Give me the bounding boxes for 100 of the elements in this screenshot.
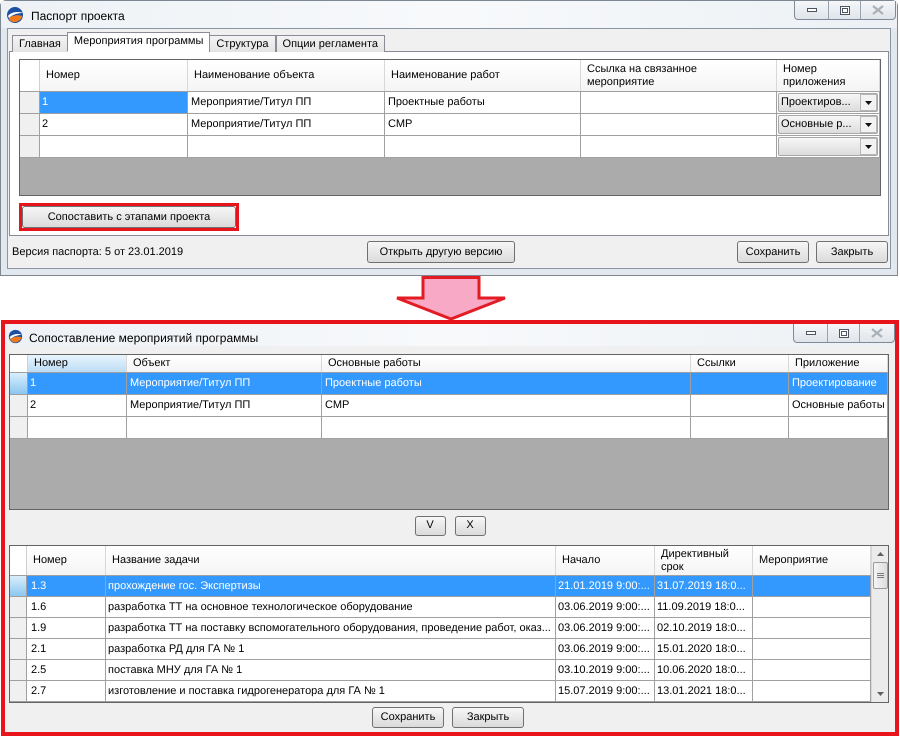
vertical-scrollbar[interactable]: [871, 546, 888, 702]
caret-icon: [860, 138, 877, 155]
column-header[interactable]: Объект: [127, 355, 322, 372]
save-button[interactable]: Сохранить: [737, 241, 809, 263]
close-button[interactable]: Закрыть: [452, 707, 524, 728]
table-cell: разработка РД для ГА № 1: [106, 639, 556, 659]
table-cell: 2: [28, 395, 127, 416]
table-cell: 15.01.2020 18:0...: [655, 639, 753, 659]
scroll-up-icon: [876, 552, 884, 556]
table-cell: 2.5: [27, 660, 106, 680]
column-header[interactable]: Директивный срок: [655, 546, 753, 575]
dropdown[interactable]: [778, 137, 878, 156]
table-cell: 2: [40, 114, 188, 135]
save-button[interactable]: Сохранить: [372, 707, 444, 728]
column-header[interactable]: Мероприятие: [753, 546, 871, 575]
row-header[interactable]: [20, 92, 40, 113]
row-header[interactable]: [10, 618, 27, 638]
tab[interactable]: Мероприятия программы: [66, 32, 210, 52]
column-header[interactable]: Номер: [40, 60, 188, 91]
caret-icon: [860, 116, 877, 133]
version-label: Версия паспорта: 5 от 23.01.2019: [12, 244, 184, 260]
table-cell: 13.01.2021 18:0...: [655, 681, 753, 701]
table-cell: 10.06.2020 18:0...: [655, 660, 753, 680]
app-icon: [8, 329, 23, 344]
table-cell: 02.10.2019 18:0...: [655, 618, 753, 638]
table-row[interactable]: [20, 136, 880, 158]
table-row[interactable]: 2 Мероприятие/Титул ПП СМР Основные работы: [10, 395, 888, 417]
table-row[interactable]: 2.5 поставка МНУ для ГА № 1 03.10.2019 9:00:... 10.06.2020 18:0...: [10, 660, 871, 681]
table-row[interactable]: 1.9 разработка ТТ на поставку вспомогательного оборудования, проведение работ, оказ... 03.06.2019 9:00:... 02.10.2019 18:0...: [10, 618, 871, 639]
row-header[interactable]: [10, 576, 27, 596]
caret-icon: [860, 94, 877, 111]
minimize-icon: [806, 331, 816, 335]
table-cell: 1.3: [27, 576, 106, 596]
row-header[interactable]: [10, 660, 27, 680]
grip-icon: [876, 573, 884, 578]
window-title: Сопоставление мероприятий программы: [29, 330, 258, 347]
remove-button[interactable]: X: [454, 516, 486, 536]
open-version-button[interactable]: Открыть другую версию: [367, 241, 515, 263]
table-cell: Проектирование: [789, 373, 888, 394]
maximize-icon: [840, 6, 850, 14]
table-row[interactable]: 1.6 разработка ТТ на основное технологическое оборудование 03.06.2019 9:00:... 11.09.2019 18:0...: [10, 597, 871, 618]
table-row[interactable]: 2 Мероприятие/Титул ПП СМР Основные р...: [20, 114, 880, 136]
table-cell: 1.9: [27, 618, 106, 638]
table-cell: Мероприятие/Титул ПП: [188, 92, 385, 113]
table-cell: 03.06.2019 9:00:...: [556, 597, 655, 617]
column-header[interactable]: Наименование объекта: [188, 60, 385, 91]
table-cell: поставка МНУ для ГА № 1: [106, 660, 556, 680]
dropdown[interactable]: Основные р...: [778, 115, 878, 134]
row-header[interactable]: [10, 373, 28, 394]
table-cell: 03.06.2019 9:00:...: [556, 639, 655, 659]
table-row[interactable]: [10, 417, 888, 439]
column-header[interactable]: Номер приложения: [777, 60, 880, 91]
column-header[interactable]: Основные работы: [322, 355, 691, 372]
table-cell: Проектные работы: [385, 92, 581, 113]
row-header[interactable]: [10, 639, 27, 659]
table-row[interactable]: 1 Мероприятие/Титул ПП Проектные работы Проектиров...: [20, 92, 880, 114]
column-header[interactable]: Номер: [28, 355, 127, 372]
table-cell: 15.07.2019 9:00:...: [556, 681, 655, 701]
row-header[interactable]: [10, 417, 28, 438]
table-cell: 03.10.2019 9:00:...: [556, 660, 655, 680]
confirm-button[interactable]: V: [414, 516, 446, 536]
tab[interactable]: Структура: [209, 35, 276, 52]
table-cell: Мероприятие/Титул ПП: [188, 114, 385, 135]
scroll-down-icon: [876, 692, 884, 696]
column-header[interactable]: Приложение: [789, 355, 888, 372]
close-button[interactable]: Закрыть: [816, 241, 888, 263]
row-header[interactable]: [10, 597, 27, 617]
column-header[interactable]: Ссылки: [691, 355, 789, 372]
table-cell: 2.7: [27, 681, 106, 701]
table-cell: прохождение гос. Экспертизы: [106, 576, 556, 596]
column-header[interactable]: Наименование работ: [385, 60, 581, 91]
scrollbar-thumb[interactable]: [872, 562, 888, 589]
row-header[interactable]: [20, 136, 40, 157]
table-row[interactable]: 2.1 разработка РД для ГА № 1 03.06.2019 9:00:... 15.01.2020 18:0...: [10, 639, 871, 660]
dropdown[interactable]: Проектиров...: [778, 93, 878, 112]
table-cell: 03.06.2019 9:00:...: [556, 618, 655, 638]
table-cell: 31.07.2019 18:0...: [655, 576, 753, 596]
table-cell: Основные работы: [789, 395, 888, 416]
table-cell: 1: [28, 373, 127, 394]
table-cell: изготовление и поставка гидрогенератора для ГА № 1: [106, 681, 556, 701]
table-cell: разработка ТТ на поставку вспомогательного оборудования, проведение работ, оказ...: [106, 618, 556, 638]
column-header[interactable]: Номер: [27, 546, 106, 575]
table-cell: Проектные работы: [322, 373, 691, 394]
table-cell: Мероприятие/Титул ПП: [127, 395, 322, 416]
maximize-icon: [838, 328, 848, 338]
table-cell: Мероприятие/Титул ПП: [127, 373, 322, 394]
column-header[interactable]: Название задачи: [106, 546, 556, 575]
window-title: Паспорт проекта: [31, 8, 125, 25]
table-cell: СМР: [385, 114, 581, 135]
column-header[interactable]: Ссылка на связанное мероприятие: [581, 60, 777, 91]
table-cell: разработка ТТ на основное технологическое оборудование: [106, 597, 556, 617]
row-header[interactable]: [10, 681, 27, 701]
tab[interactable]: Главная: [12, 35, 68, 52]
table-row[interactable]: 2.7 изготовление и поставка гидрогенератора для ГА № 1 15.07.2019 9:00:... 13.01.2021 18:0...: [10, 681, 871, 702]
row-header[interactable]: [10, 395, 28, 416]
table-cell: 1: [40, 92, 188, 113]
tab[interactable]: Опции регламента: [276, 35, 386, 52]
compare-button[interactable]: Сопоставить с этапами проекта: [22, 206, 236, 228]
column-header[interactable]: Начало: [556, 546, 655, 575]
row-header[interactable]: [20, 114, 40, 135]
